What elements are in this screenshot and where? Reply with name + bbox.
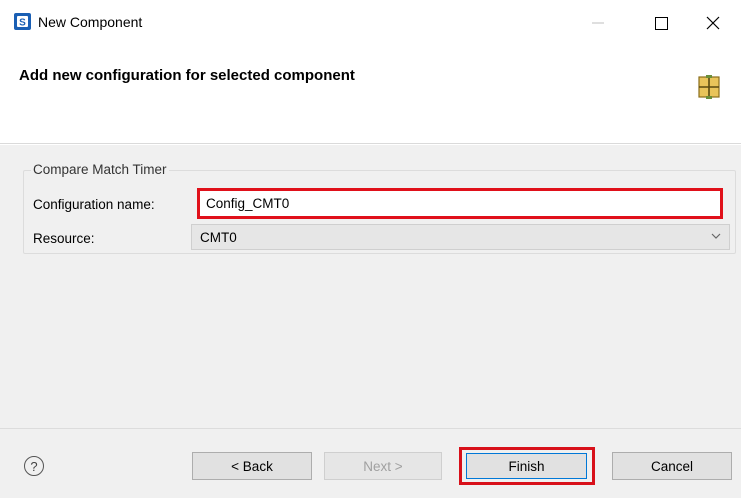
configuration-name-label: Configuration name: — [33, 197, 155, 212]
wizard-header: Add new configuration for selected compo… — [0, 48, 741, 144]
button-bar: ? < Back Next > Finish Cancel — [0, 428, 741, 498]
resource-dropdown[interactable]: CMT0 — [191, 224, 730, 250]
title-bar: S New Component — [0, 0, 741, 48]
close-button[interactable] — [690, 0, 736, 46]
help-icon[interactable]: ? — [24, 456, 44, 476]
maximize-button[interactable] — [638, 0, 684, 46]
app-icon: S — [14, 13, 31, 30]
chevron-down-icon — [711, 233, 721, 239]
minimize-icon — [592, 22, 604, 24]
resource-label: Resource: — [33, 231, 95, 246]
content-area: Compare Match Timer Configuration name: … — [0, 145, 741, 428]
back-button[interactable]: < Back — [192, 452, 312, 480]
group-label: Compare Match Timer — [31, 162, 169, 177]
configuration-name-input[interactable] — [197, 188, 723, 219]
next-button[interactable]: Next > — [324, 452, 442, 480]
cancel-button[interactable]: Cancel — [612, 452, 732, 480]
component-icon — [698, 75, 720, 99]
finish-button[interactable]: Finish — [466, 453, 587, 479]
window-title: New Component — [38, 14, 143, 30]
close-icon — [706, 16, 720, 30]
maximize-icon — [654, 16, 668, 30]
page-title: Add new configuration for selected compo… — [19, 67, 355, 84]
resource-selected-value: CMT0 — [200, 229, 237, 245]
svg-text:S: S — [19, 18, 26, 29]
minimize-button[interactable] — [575, 0, 621, 46]
